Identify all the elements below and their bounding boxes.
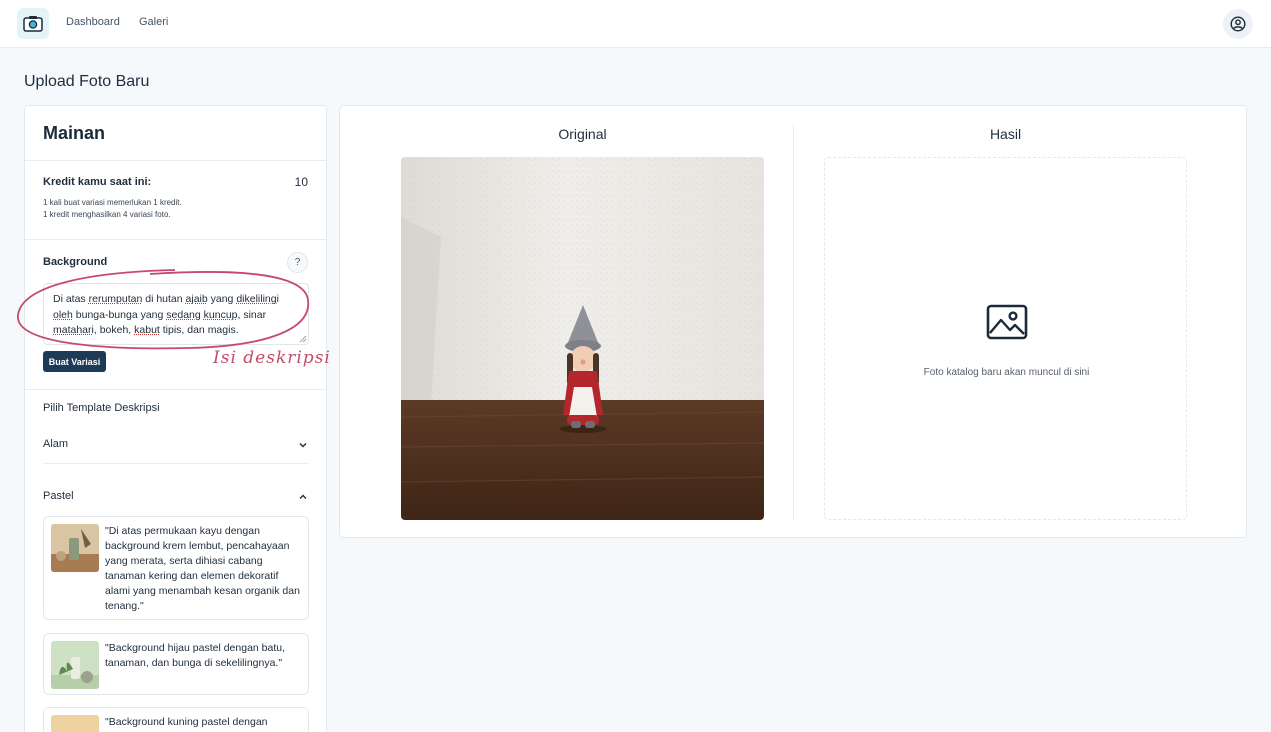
camera-logo-icon[interactable] [17,8,49,39]
accordion-label: Pastel [43,490,74,502]
result-column-title: Hasil [989,126,1022,142]
upload-settings-panel: Mainan Kredit kamu saat ini: 10 1 kali b… [24,105,327,732]
resize-handle-icon[interactable] [299,335,307,343]
credit-note: 1 kredit menghasilkan 4 variasi foto. [43,210,171,219]
divider [43,463,309,464]
nav-dashboard-link[interactable]: Dashboard [66,16,120,28]
image-icon [986,304,1028,340]
user-circle-icon [1230,16,1246,32]
product-title: Mainan [43,123,106,143]
credit-note: 1 kali buat variasi memerlukan 1 kredit. [43,198,182,207]
divider [25,389,326,390]
nav-galeri-link[interactable]: Galeri [139,16,168,28]
result-placeholder: Foto katalog baru akan muncul di sini [824,157,1187,520]
chevron-up-icon [299,494,307,499]
accordion-pastel[interactable]: Pastel [43,490,309,510]
original-column-title: Original [558,126,607,142]
top-navbar: Dashboard Galeri [0,0,1271,48]
column-divider [793,125,794,520]
template-text: "Background hijau pastel dengan batu, ta… [105,642,286,669]
result-placeholder-text: Foto katalog baru akan muncul di sini [923,367,1090,378]
page-title: Upload Foto Baru [24,73,150,90]
credit-label: Kredit kamu saat ini: [43,176,152,188]
credit-value: 10 [294,175,308,189]
divider [25,160,326,161]
template-text: "Di atas permukaan kayu dengan backgroun… [105,525,300,612]
original-photo [401,157,764,520]
annotation-label: Isi deskripsi [213,348,331,368]
template-thumbnail [51,641,99,689]
template-section-label: Pilih Template Deskripsi [43,402,160,414]
template-card[interactable]: "Background hijau pastel dengan batu, ta… [43,633,309,695]
template-card[interactable]: "Background kuning pastel dengan [43,707,309,732]
template-thumbnail [51,524,99,572]
generate-variation-button[interactable]: Buat Variasi [43,351,106,372]
divider [25,239,326,240]
preview-panel: Original Hasil Foto katalog baru akan mu… [339,105,1247,538]
help-button[interactable]: ? [287,252,308,273]
template-text: "Background kuning pastel dengan [105,716,268,728]
accordion-label: Alam [43,438,69,450]
accordion-alam[interactable]: Alam [43,438,309,458]
template-thumbnail [51,715,99,732]
chevron-down-icon [299,443,307,448]
user-account-button[interactable] [1223,9,1253,39]
background-label: Background [43,256,108,268]
background-description-input[interactable]: Di atas rerumputan di hutan ajaib yang d… [43,283,309,345]
template-card[interactable]: "Di atas permukaan kayu dengan backgroun… [43,516,309,620]
